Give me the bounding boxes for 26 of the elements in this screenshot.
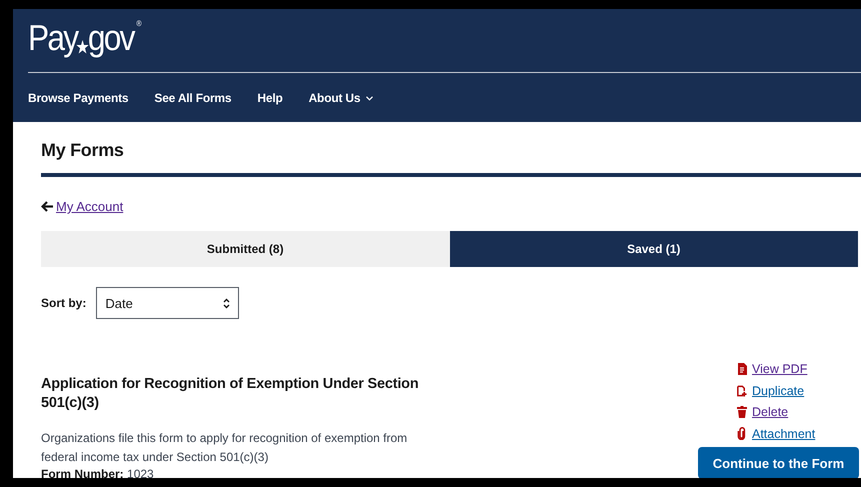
tab[interactable]: Submitted (8) (41, 231, 450, 267)
my-account-link[interactable]: My Account (56, 199, 124, 214)
copy-plus-icon (736, 384, 747, 397)
chevron-down-icon (366, 96, 374, 100)
document-icon (736, 363, 746, 376)
nav-link[interactable]: Help (257, 91, 283, 105)
action-link[interactable]: Delete (752, 404, 788, 420)
form-number: Form Number: 1023 (41, 467, 155, 478)
form-description: Organizations file this form to apply for recognition of exemption from federal income tax under Section 501(c)(3) (41, 430, 408, 466)
nav-link[interactable]: About Us (308, 91, 374, 105)
site-logo[interactable]: Pay gov$^{®}$ (28, 20, 142, 56)
form-title: Application for Recognition of Exemption Under Section 501(c)(3) (41, 375, 420, 413)
page-title: My Forms (41, 140, 125, 161)
nav-link[interactable]: Browse Payments (28, 91, 128, 105)
action-link[interactable]: Duplicate (752, 382, 804, 399)
sort-select[interactable]: Date (96, 287, 240, 319)
trash-icon (736, 406, 746, 418)
nav-link[interactable]: See All Forms (154, 91, 232, 105)
paperclip-icon (737, 427, 746, 440)
continue-button[interactable]: Continue to the Form (698, 447, 859, 478)
sort-label: Sort by: (41, 296, 86, 310)
action-link[interactable]: Attachment (752, 426, 816, 442)
up-down-caret-icon (223, 298, 230, 308)
arrow-left-icon (41, 201, 53, 212)
action-link[interactable]: View PDF (752, 361, 808, 378)
tab[interactable]: Saved (1) (450, 231, 858, 267)
